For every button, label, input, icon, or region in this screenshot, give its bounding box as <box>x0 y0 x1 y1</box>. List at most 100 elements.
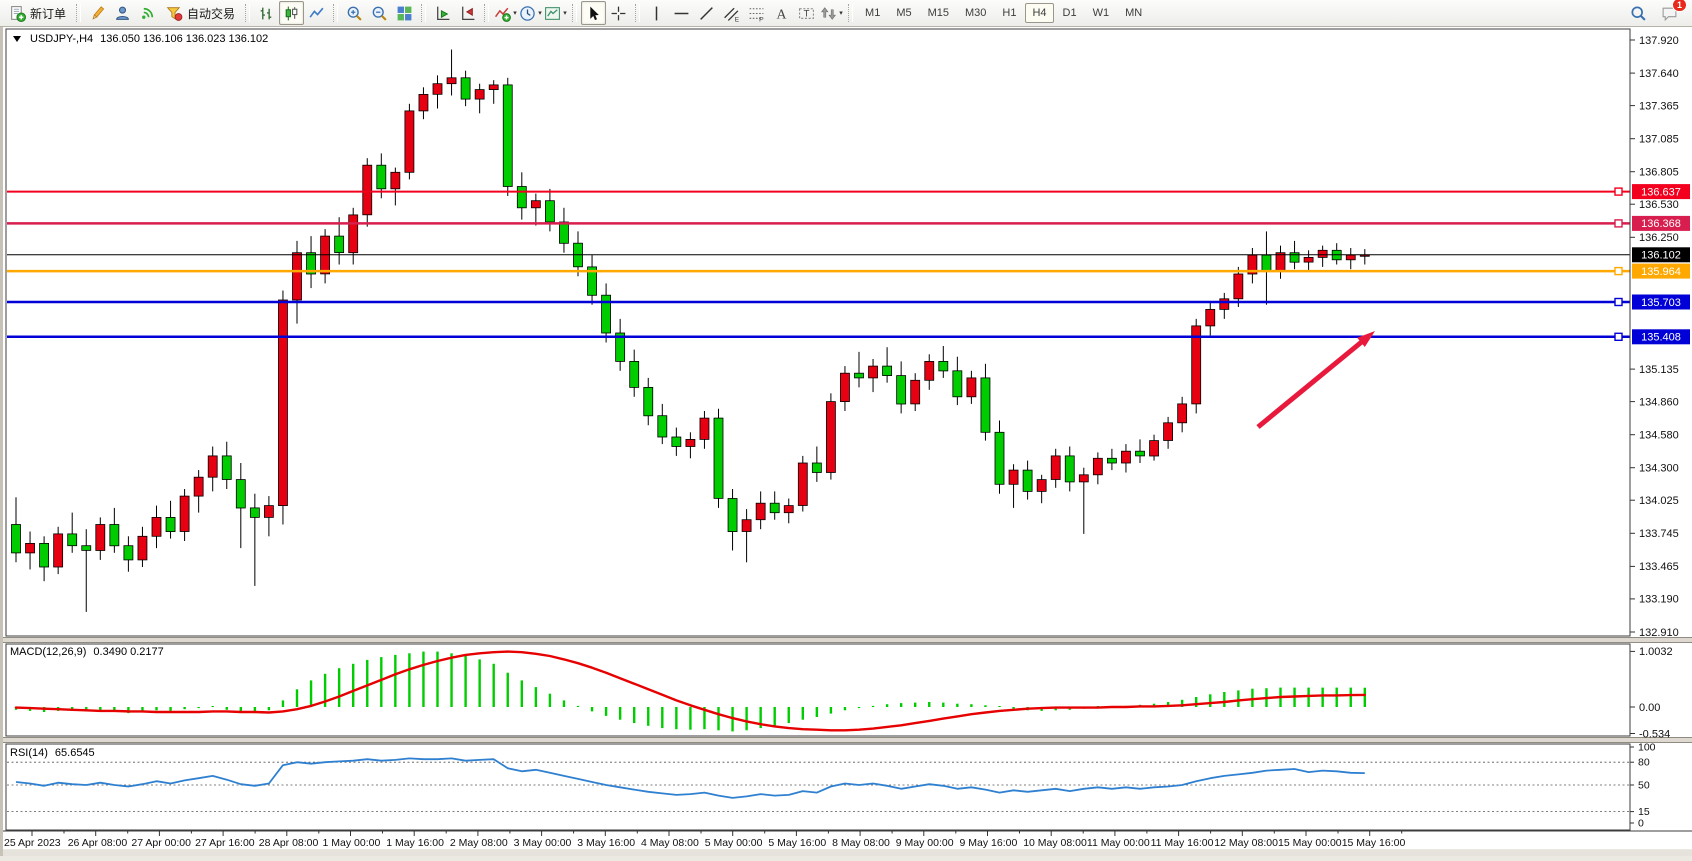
svg-text:133.745: 133.745 <box>1639 528 1679 540</box>
crosshair-button[interactable] <box>606 1 631 25</box>
svg-text:134.580: 134.580 <box>1639 430 1679 442</box>
timeframe-mn[interactable]: MN <box>1118 3 1149 23</box>
chat-button[interactable]: 1 <box>1657 1 1682 25</box>
fibonacci-button[interactable]: F <box>744 1 769 25</box>
line-chart-icon <box>308 5 325 22</box>
chart-shift-button[interactable] <box>455 1 480 25</box>
svg-text:136.805: 136.805 <box>1639 167 1679 179</box>
fibonacci-icon: F <box>748 5 765 22</box>
svg-text:135.135: 135.135 <box>1639 364 1679 376</box>
svg-text:1.0032: 1.0032 <box>1639 646 1673 658</box>
svg-text:137.085: 137.085 <box>1639 134 1679 146</box>
level-drag-handle[interactable] <box>1615 188 1622 195</box>
text-icon: A <box>773 5 790 22</box>
toolbar: 新订单 自动交易 ▾ ▾ ▾ EFAT ▾ M1M5M15M30H1H4D1W1MN 1 <box>0 0 1692 27</box>
auto-scroll-button[interactable] <box>430 1 455 25</box>
search-button[interactable] <box>1626 1 1651 25</box>
tile-windows-icon <box>396 5 413 22</box>
svg-text:5 May 00:00: 5 May 00:00 <box>705 837 763 849</box>
metaeditor-button[interactable] <box>85 1 110 25</box>
timeframe-h1[interactable]: H1 <box>995 3 1023 23</box>
timeframe-m5[interactable]: M5 <box>889 3 918 23</box>
rsi-panel[interactable]: 1008050150 <box>6 742 1656 831</box>
level-drag-handle[interactable] <box>1615 220 1622 227</box>
arrows-button[interactable]: ▾ <box>819 1 844 25</box>
timeframe-m15[interactable]: M15 <box>921 3 956 23</box>
candlestick-chart-button[interactable] <box>279 1 304 25</box>
rsi-label: RSI(14) 65.6545 <box>10 747 95 759</box>
bar-chart-icon <box>258 5 275 22</box>
search-icon <box>1630 5 1647 22</box>
timeframe-h4[interactable]: H4 <box>1025 3 1053 23</box>
equidistant-channel-button[interactable]: E <box>719 1 744 25</box>
toolbar-separator <box>635 4 640 22</box>
dropdown-caret-icon[interactable]: ▾ <box>513 9 517 17</box>
tile-windows-button[interactable] <box>392 1 417 25</box>
svg-text:9 May 00:00: 9 May 00:00 <box>896 837 954 849</box>
templates-icon <box>544 5 561 22</box>
svg-text:25 Apr 2023: 25 Apr 2023 <box>4 837 61 849</box>
svg-text:27 Apr 16:00: 27 Apr 16:00 <box>195 837 255 849</box>
auto-scroll-icon <box>434 5 451 22</box>
toolbar-separator <box>76 4 81 22</box>
svg-text:136.102: 136.102 <box>1641 250 1681 262</box>
signals-button[interactable] <box>135 1 160 25</box>
svg-text:12 May 08:00: 12 May 08:00 <box>1214 837 1278 849</box>
svg-text:15 May 00:00: 15 May 00:00 <box>1278 837 1342 849</box>
svg-text:11 May 16:00: 11 May 16:00 <box>1151 837 1214 849</box>
collapse-triangle-icon[interactable] <box>13 36 21 42</box>
toolbar-group <box>342 0 417 26</box>
bar-chart-button[interactable] <box>254 1 279 25</box>
templates-button[interactable]: ▾ <box>543 1 568 25</box>
open-value: 136.050 <box>100 33 140 45</box>
periods-button[interactable]: ▾ <box>518 1 543 25</box>
trendline-button[interactable] <box>694 1 719 25</box>
svg-text:137.365: 137.365 <box>1639 100 1679 112</box>
text-button[interactable]: A <box>769 1 794 25</box>
svg-text:133.190: 133.190 <box>1639 594 1679 606</box>
horizontal-line-button[interactable] <box>669 1 694 25</box>
trendline-icon <box>698 5 715 22</box>
cursor-button[interactable] <box>581 1 606 25</box>
svg-text:136.250: 136.250 <box>1639 232 1679 244</box>
timeframe-m30[interactable]: M30 <box>958 3 993 23</box>
svg-text:A: A <box>777 6 787 21</box>
svg-text:11 May 00:00: 11 May 00:00 <box>1087 837 1150 849</box>
navigator-button[interactable] <box>110 1 135 25</box>
chart-svg[interactable]: 136.637136.368136.102135.964135.703135.4… <box>0 0 1692 856</box>
macd-panel[interactable]: 1.00320.00-0.534 <box>6 644 1673 740</box>
svg-text:15: 15 <box>1638 806 1650 818</box>
high-value: 136.106 <box>143 33 183 45</box>
svg-text:5 May 16:00: 5 May 16:00 <box>768 837 826 849</box>
indicators-button[interactable]: ▾ <box>493 1 518 25</box>
timeframe-m1[interactable]: M1 <box>858 3 887 23</box>
dropdown-caret-icon[interactable]: ▾ <box>839 9 843 17</box>
level-drag-handle[interactable] <box>1615 333 1622 340</box>
zoom-out-button[interactable] <box>367 1 392 25</box>
close-value: 136.102 <box>228 33 268 45</box>
dropdown-caret-icon[interactable]: ▾ <box>563 9 567 17</box>
svg-text:135.408: 135.408 <box>1641 332 1681 344</box>
new-order-button[interactable]: 新订单 <box>3 1 72 25</box>
line-chart-button[interactable] <box>304 1 329 25</box>
svg-text:136.637: 136.637 <box>1641 186 1681 198</box>
toolbar-group <box>581 0 631 26</box>
timeframe-d1[interactable]: D1 <box>1056 3 1084 23</box>
level-drag-handle[interactable] <box>1615 299 1622 306</box>
autotrading-button[interactable]: 自动交易 <box>160 1 241 25</box>
toolbar-separator <box>572 4 577 22</box>
chart-area[interactable]: 136.637136.368136.102135.964135.703135.4… <box>0 0 1692 856</box>
navigator-icon <box>114 5 131 22</box>
svg-text:50: 50 <box>1638 780 1650 792</box>
svg-text:10 May 08:00: 10 May 08:00 <box>1023 837 1087 849</box>
level-drag-handle[interactable] <box>1615 268 1622 275</box>
dropdown-caret-icon[interactable]: ▾ <box>538 9 542 17</box>
channel-icon: E <box>723 5 740 22</box>
svg-text:100: 100 <box>1638 742 1656 754</box>
vertical-line-button[interactable] <box>644 1 669 25</box>
text-label-button[interactable]: T <box>794 1 819 25</box>
zoom-in-button[interactable] <box>342 1 367 25</box>
timeframe-w1[interactable]: W1 <box>1086 3 1117 23</box>
horizontal-line-icon <box>673 5 690 22</box>
toolbar-separator <box>848 4 853 22</box>
